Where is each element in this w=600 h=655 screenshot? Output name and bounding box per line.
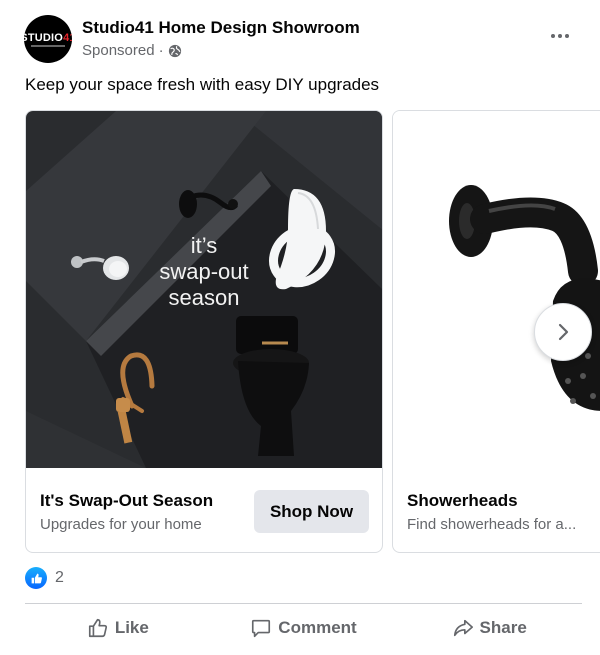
logo-underline xyxy=(31,45,65,47)
globe-icon[interactable] xyxy=(168,44,182,58)
like-button[interactable]: Like xyxy=(25,605,211,651)
share-button[interactable]: Share xyxy=(396,605,582,651)
comment-label: Comment xyxy=(278,618,357,637)
carousel-card-swap-out[interactable]: it’s swap-out season It's Swap-Out Seaso… xyxy=(25,110,383,553)
share-arrow-icon xyxy=(453,619,473,637)
post-caption: Keep your space fresh with easy DIY upgr… xyxy=(25,75,380,94)
post-actions: Like Comment Share xyxy=(25,605,582,651)
showerhead-image[interactable] xyxy=(393,111,600,468)
studio41-logo: STUDIO41 xyxy=(24,32,72,44)
card-subtitle: Find showerheads for a... xyxy=(407,516,577,533)
card-title[interactable]: It's Swap-Out Season xyxy=(40,491,213,511)
carousel-next-button[interactable] xyxy=(534,303,592,361)
like-label: Like xyxy=(114,618,149,637)
sponsored-post: STUDIO41 Studio41 Home Design Showroom S… xyxy=(0,0,600,655)
chevron-right-icon xyxy=(558,323,569,341)
swap-out-season-image[interactable]: it’s swap-out season xyxy=(26,111,382,468)
card-footer[interactable]: Showerheads Find showerheads for a... xyxy=(393,468,600,552)
thumbs-up-icon xyxy=(88,618,107,638)
comment-icon xyxy=(252,619,271,638)
more-options-icon[interactable] xyxy=(545,24,575,48)
reaction-summary[interactable]: 2 xyxy=(25,567,64,589)
card-title[interactable]: Showerheads xyxy=(407,491,518,511)
card-subtitle: Upgrades for your home xyxy=(40,516,202,533)
sponsored-label[interactable]: Sponsored xyxy=(82,42,155,59)
card-footer[interactable]: It's Swap-Out Season Upgrades for your h… xyxy=(26,468,382,552)
comment-button[interactable]: Comment xyxy=(211,605,397,651)
post-meta: Sponsored · xyxy=(82,42,182,59)
image-text-line2: swap-out xyxy=(159,259,248,284)
image-text-line1: it’s xyxy=(191,233,218,258)
meta-separator: · xyxy=(158,42,164,59)
action-divider xyxy=(25,603,582,604)
ad-carousel: it’s swap-out season It's Swap-Out Seaso… xyxy=(0,110,600,555)
image-text-line3: season xyxy=(169,285,240,310)
reaction-count: 2 xyxy=(55,569,64,586)
page-avatar[interactable]: STUDIO41 xyxy=(24,15,72,63)
like-reaction-icon xyxy=(25,567,47,589)
shop-now-button[interactable]: Shop Now xyxy=(254,490,369,533)
page-name[interactable]: Studio41 Home Design Showroom xyxy=(82,18,360,38)
share-label: Share xyxy=(479,618,527,637)
